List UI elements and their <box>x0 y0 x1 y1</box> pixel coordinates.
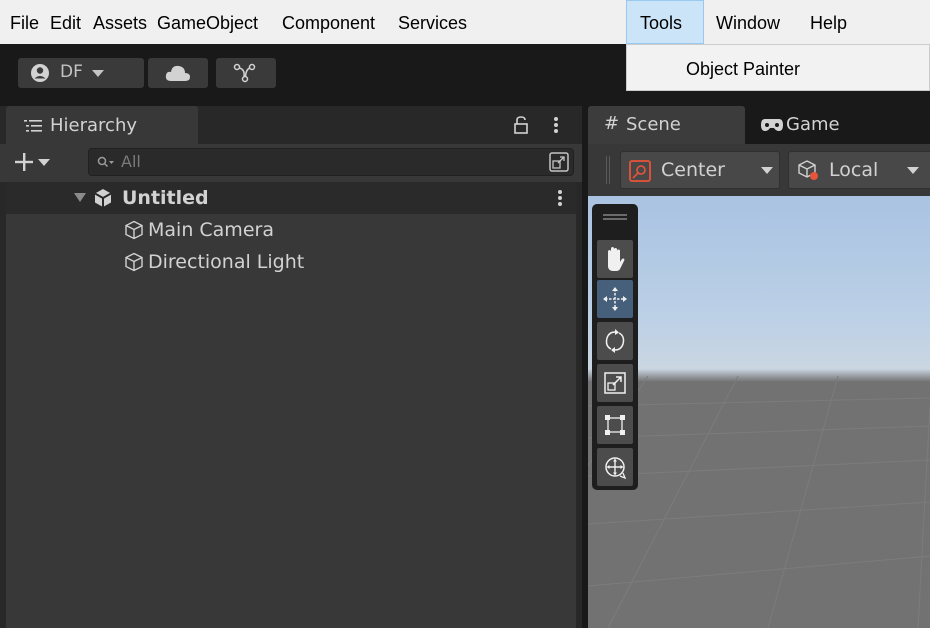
list-icon <box>24 120 42 132</box>
chevron-down-icon <box>92 70 104 77</box>
hierarchy-tab-label: Hierarchy <box>50 115 138 136</box>
move-tool-button[interactable] <box>597 280 633 318</box>
pivot-icon <box>629 160 651 182</box>
expand-arrow-icon[interactable] <box>74 193 86 203</box>
search-placeholder: All <box>121 152 141 171</box>
space-label: Local <box>829 159 879 181</box>
object-name: Main Camera <box>148 219 274 241</box>
search-icon <box>97 156 114 168</box>
chevron-down-icon[interactable] <box>38 159 50 167</box>
add-icon[interactable] <box>14 152 34 172</box>
gameobject-cube-icon <box>125 252 143 272</box>
space-local-dropdown[interactable]: Local <box>788 151 930 189</box>
tool-strip-handle[interactable] <box>603 214 627 220</box>
menu-edit[interactable]: Edit <box>50 0 81 44</box>
account-dropdown[interactable]: DF <box>18 58 144 88</box>
tool-strip <box>592 204 638 490</box>
scene-tab-label: Scene <box>626 114 681 135</box>
cloud-icon <box>165 65 190 81</box>
game-tab-label: Game <box>786 114 840 135</box>
more-options-icon[interactable] <box>557 189 563 207</box>
pivot-label: Center <box>661 159 725 181</box>
menu-bar: File Edit Assets GameObject Component Se… <box>0 0 930 44</box>
menu-gameobject[interactable]: GameObject <box>157 0 258 44</box>
scene-row[interactable]: Untitled <box>6 182 576 214</box>
branch-icon <box>233 63 256 83</box>
toolbar-grip[interactable] <box>606 156 610 184</box>
ground-grid <box>588 376 930 628</box>
object-name: Directional Light <box>148 251 305 273</box>
menu-assets[interactable]: Assets <box>93 0 147 44</box>
transform-tool-button[interactable] <box>597 448 633 486</box>
tab-scene[interactable]: # Scene <box>588 106 745 144</box>
hand-icon <box>608 247 625 271</box>
gamepad-icon <box>761 119 783 131</box>
menu-tools[interactable]: Tools <box>626 0 704 44</box>
rect-tool-button[interactable] <box>597 406 633 444</box>
rotate-tool-button[interactable] <box>597 322 633 360</box>
chevron-down-icon <box>761 167 773 174</box>
list-item[interactable]: Directional Light <box>6 246 576 278</box>
account-label: DF <box>60 62 83 82</box>
scene-toolbar: Center Local <box>588 144 930 196</box>
more-options-icon[interactable] <box>553 116 559 134</box>
hand-tool-button[interactable] <box>597 240 633 278</box>
tools-dropdown: Object Painter <box>626 44 930 91</box>
chevron-down-icon <box>907 167 919 174</box>
local-space-icon <box>798 160 818 180</box>
gameobject-cube-icon <box>125 220 143 240</box>
hash-icon: # <box>604 113 620 134</box>
pivot-center-dropdown[interactable]: Center <box>620 151 780 189</box>
menu-window[interactable]: Window <box>716 0 780 44</box>
menu-services[interactable]: Services <box>398 0 467 44</box>
account-icon <box>31 64 49 82</box>
scale-tool-button[interactable] <box>597 364 633 402</box>
search-scene-icon[interactable] <box>549 152 569 172</box>
menu-item-object-painter[interactable]: Object Painter <box>686 59 800 80</box>
tab-hierarchy[interactable]: Hierarchy <box>6 106 198 144</box>
rotate-icon <box>605 329 625 353</box>
cloud-button[interactable] <box>148 58 208 88</box>
rect-transform-icon <box>605 415 625 435</box>
hierarchy-toolbar: All <box>0 144 582 182</box>
collab-button[interactable] <box>216 58 276 88</box>
scale-icon <box>604 372 626 394</box>
move-icon <box>603 287 627 311</box>
hierarchy-panel: Hierarchy All Untitled Main Camera Direc… <box>0 106 582 628</box>
scene-panel: # Scene Game Center Local <box>588 106 930 628</box>
unity-scene-icon <box>94 189 112 207</box>
search-input[interactable]: All <box>88 148 574 176</box>
scene-viewport[interactable] <box>588 196 930 628</box>
list-item[interactable]: Main Camera <box>6 214 576 246</box>
lock-icon[interactable] <box>514 116 528 134</box>
menu-component[interactable]: Component <box>282 0 375 44</box>
transform-icon <box>605 457 627 479</box>
menu-file[interactable]: File <box>10 0 39 44</box>
menu-help[interactable]: Help <box>810 0 847 44</box>
scene-name: Untitled <box>122 187 209 209</box>
tab-game[interactable]: Game <box>748 106 930 144</box>
hierarchy-tree: Untitled Main Camera Directional Light <box>0 182 582 628</box>
